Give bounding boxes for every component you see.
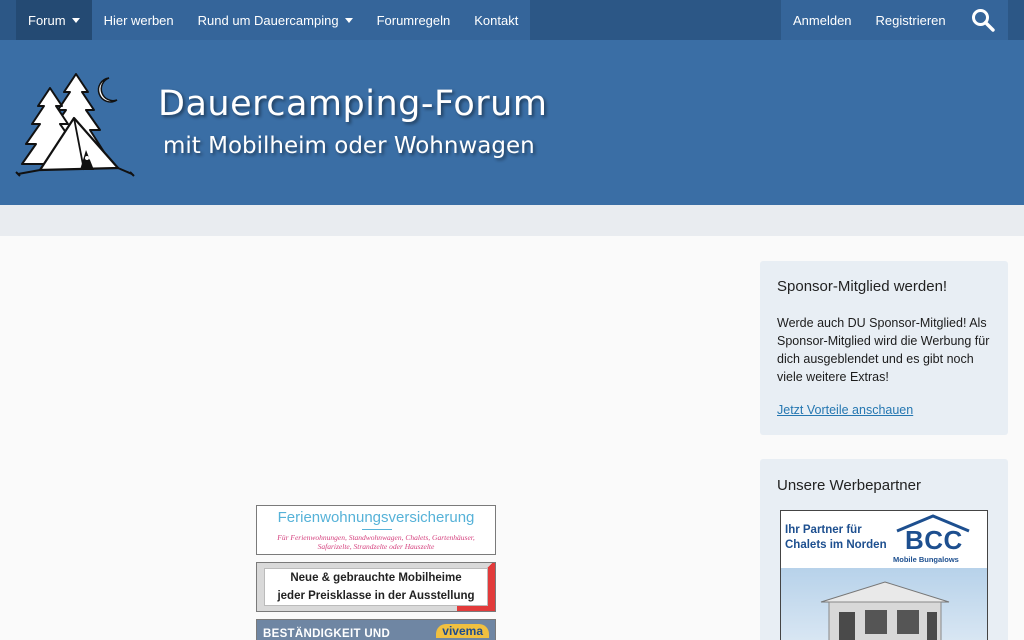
nav-item-forum[interactable]: Forum: [16, 0, 92, 40]
ad-banner-vivema[interactable]: BESTÄNDIGKEIT UND vivema: [256, 619, 496, 640]
nav-item-forumregeln[interactable]: Forumregeln: [365, 0, 463, 40]
site-subtitle: mit Mobilheim oder Wohnwagen: [163, 133, 535, 159]
nav-item-kontakt[interactable]: Kontakt: [462, 0, 530, 40]
site-title[interactable]: Dauercamping-Forum: [158, 84, 547, 124]
ad-banner-mobilheime[interactable]: Neue & gebrauchte Mobilheime jeder Preis…: [256, 562, 496, 612]
partner-brand: BCC: [905, 525, 963, 555]
ad-divider: [362, 529, 392, 530]
search-button[interactable]: [958, 0, 1008, 40]
partner-tagline-2: Chalets im Norden: [785, 539, 887, 551]
nav-item-rund-um-dauercamping[interactable]: Rund um Dauercamping: [186, 0, 365, 40]
nav-item-label: Forum: [28, 12, 66, 28]
caret-down-icon: [344, 18, 353, 23]
ad-logo: vivema: [436, 624, 489, 638]
camping-tent-logo-icon: [15, 73, 135, 177]
partner-chalet-image: [781, 568, 987, 640]
register-link[interactable]: Registrieren: [864, 0, 958, 40]
breadcrumb-bar: [0, 205, 1024, 236]
ad-line-2: jeder Preisklasse in der Ausstellung: [277, 590, 475, 602]
partner-brand-subtitle: Mobile Bungalows: [893, 555, 959, 564]
nav-item-label: Kontakt: [474, 12, 519, 28]
partner-tagline-1: Ihr Partner für: [785, 524, 862, 536]
chalet-illustration: [820, 581, 950, 640]
nav-item-hier-werben[interactable]: Hier werben: [92, 0, 186, 40]
site-header: Dauercamping-Forum mit Mobilheim oder Wo…: [0, 40, 1024, 205]
site-logo[interactable]: [14, 70, 136, 185]
nav-item-label: Rund um Dauercamping: [197, 12, 339, 28]
search-icon: [971, 9, 995, 32]
account-menu: Anmelden Registrieren: [781, 0, 1008, 40]
top-navigation: Forum Hier werben Rund um Dauercamping F…: [0, 0, 1024, 40]
caret-down-icon: [71, 18, 80, 23]
sponsor-block-text: Werde auch DU Sponsor-Mitglied! Als Spon…: [777, 316, 990, 384]
ad-text: BESTÄNDIGKEIT UND: [263, 628, 391, 640]
sponsor-block: Sponsor-Mitglied werden! Werde auch DU S…: [760, 261, 1008, 435]
nav-item-label: Forumregeln: [376, 12, 451, 28]
nav-item-label: Hier werben: [103, 12, 174, 28]
main-menu: Forum Hier werben Rund um Dauercamping F…: [16, 0, 531, 40]
login-link[interactable]: Anmelden: [781, 0, 864, 40]
ad-line-1: Neue & gebrauchte Mobilheime: [290, 572, 462, 584]
sponsor-benefits-link[interactable]: Jetzt Vorteile anschauen: [777, 403, 913, 417]
partners-block: Unsere Werbepartner Ihr Partner für Chal…: [760, 459, 1008, 640]
sponsor-block-title: Sponsor-Mitglied werden!: [777, 278, 948, 295]
ad-banner-ferienwohnungsversicherung[interactable]: Ferienwohnungsversicherung Für Ferienwoh…: [256, 505, 496, 555]
ad-subtitle: Für Ferienwohnungen, Standwohnwagen, Cha…: [277, 533, 475, 551]
partners-block-title: Unsere Werbepartner: [777, 477, 921, 494]
ad-title: Ferienwohnungsversicherung: [277, 509, 475, 526]
partner-banner-bcc[interactable]: Ihr Partner für Chalets im Norden BCC Mo…: [780, 510, 988, 640]
